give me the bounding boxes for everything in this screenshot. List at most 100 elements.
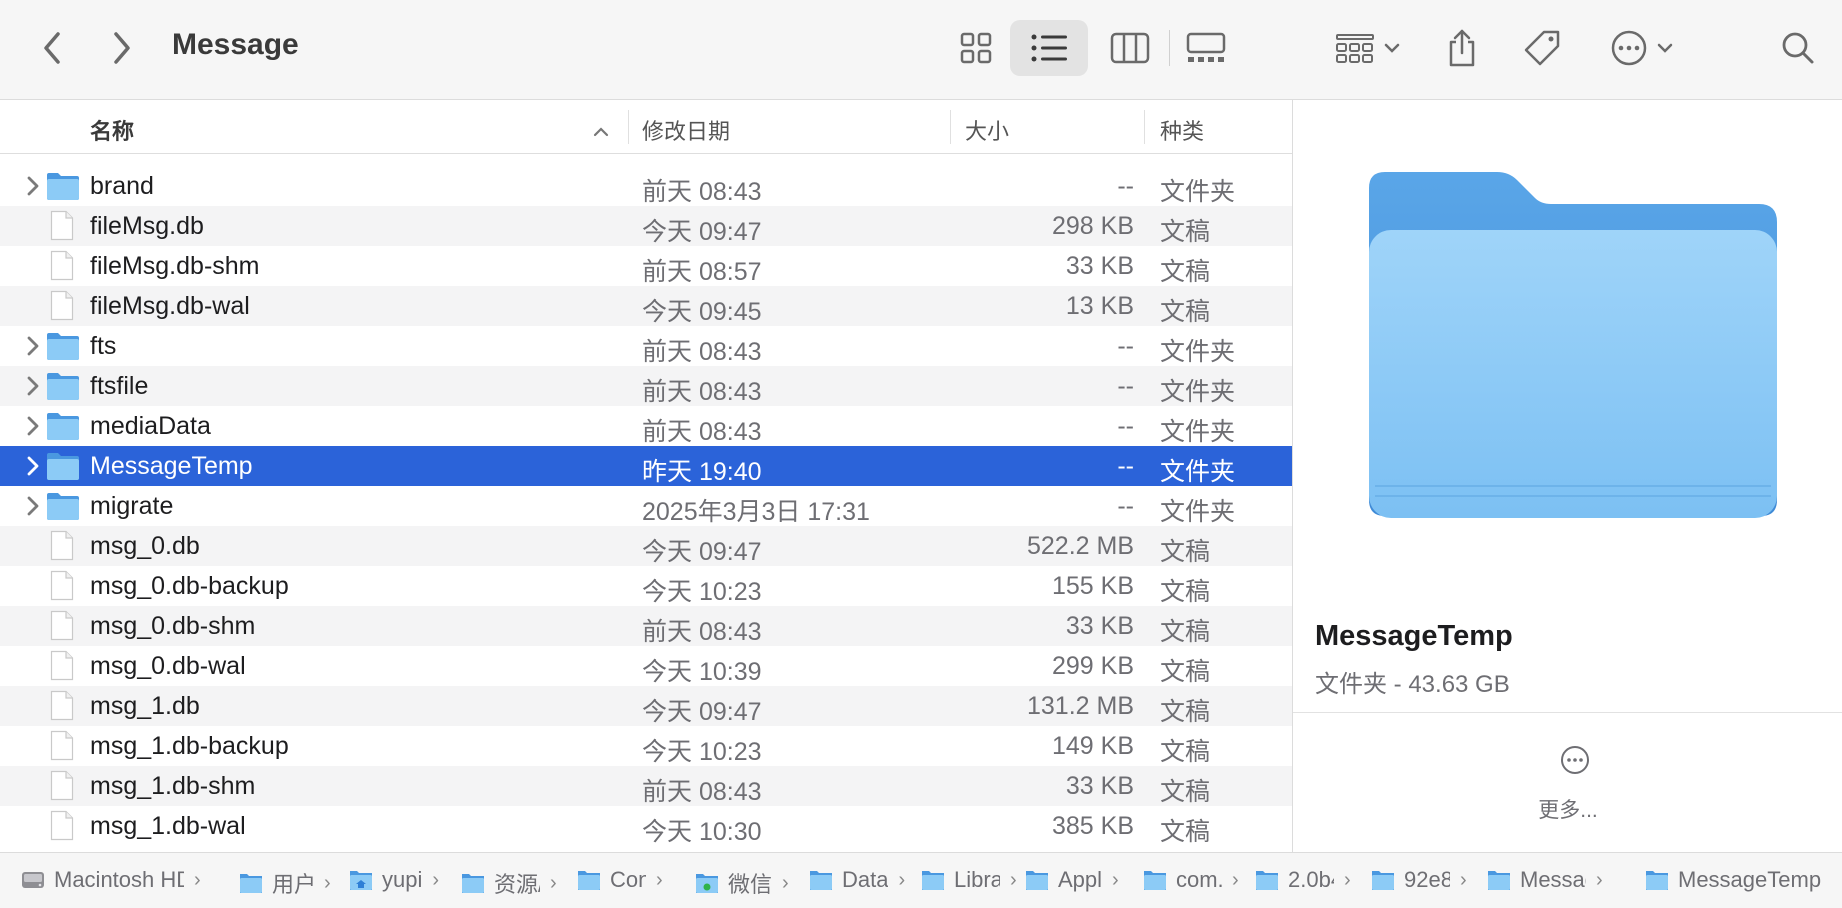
table-row[interactable]: fileMsg.db-wal 今天 09:45 13 KB 文稿	[0, 286, 1292, 326]
tag-icon	[1524, 30, 1560, 66]
forward-button[interactable]	[100, 20, 144, 76]
path-bar: Macintosh HD›用户›yupi›资源/›Cont›微信›Data›Li…	[0, 852, 1842, 908]
table-row[interactable]: fileMsg.db 今天 09:47 298 KB 文稿	[0, 206, 1292, 246]
document-icon	[50, 730, 74, 761]
breadcrumb-label: Cont	[610, 867, 646, 892]
breadcrumb-item[interactable]: com. ›	[1142, 867, 1239, 893]
file-date: 今天 09:47	[642, 218, 762, 246]
table-row[interactable]: fileMsg.db-shm 前天 08:57 33 KB 文稿	[0, 246, 1292, 286]
search-button[interactable]	[1778, 20, 1818, 76]
file-kind: 文稿	[1160, 298, 1211, 326]
file-name: msg_0.db-wal	[90, 652, 246, 680]
disclosure-triangle-icon[interactable]	[22, 174, 44, 198]
gallery-view-button[interactable]	[1180, 20, 1232, 76]
more-actions-button[interactable]	[1602, 20, 1682, 76]
breadcrumb-item[interactable]: Message ›	[1486, 867, 1603, 893]
more-button-label[interactable]: 更多...	[1293, 794, 1842, 824]
file-name: msg_1.db	[90, 692, 200, 720]
disk-icon	[22, 872, 44, 888]
table-row[interactable]: msg_0.db 今天 09:47 522.2 MB 文稿	[0, 526, 1292, 566]
file-date: 前天 08:43	[642, 778, 762, 806]
folder-icon	[1372, 871, 1394, 890]
breadcrumb-label: Macintosh HD	[54, 867, 184, 892]
folder-icon	[1144, 871, 1166, 890]
column-header: 名称 修改日期 大小 种类	[0, 100, 1292, 154]
breadcrumb-item[interactable]: MessageTemp	[1644, 867, 1821, 893]
table-row[interactable]: migrate 2025年3月3日 17:31 -- 文件夹	[0, 486, 1292, 526]
preview-info: 文件夹 - 43.63 GB	[1315, 671, 1510, 698]
column-divider[interactable]	[950, 110, 951, 144]
disclosure-triangle-icon[interactable]	[22, 414, 44, 438]
file-kind: 文稿	[1160, 698, 1211, 726]
file-kind: 文稿	[1160, 618, 1211, 646]
document-icon	[50, 250, 74, 281]
table-row[interactable]: msg_1.db 今天 09:47 131.2 MB 文稿	[0, 686, 1292, 726]
table-row[interactable]: ftsfile 前天 08:43 -- 文件夹	[0, 366, 1292, 406]
folder-icon	[1646, 871, 1668, 890]
table-row[interactable]: msg_1.db-wal 今天 10:30 385 KB 文稿	[0, 806, 1292, 846]
table-row[interactable]: fts 前天 08:43 -- 文件夹	[0, 326, 1292, 366]
folder-icon	[462, 874, 484, 893]
breadcrumb-label: com.	[1176, 867, 1222, 892]
file-date: 前天 08:43	[642, 618, 762, 646]
file-kind: 文件夹	[1160, 178, 1236, 206]
file-size: --	[1117, 172, 1134, 200]
column-divider[interactable]	[628, 110, 629, 144]
folder-icon	[922, 871, 944, 890]
disclosure-triangle-icon[interactable]	[22, 454, 44, 478]
breadcrumb-item[interactable]: 微信 ›	[694, 867, 789, 899]
column-view-button[interactable]	[1104, 20, 1156, 76]
breadcrumb-item[interactable]: Appl ›	[1024, 867, 1119, 893]
table-row[interactable]: msg_0.db-shm 前天 08:43 33 KB 文稿	[0, 606, 1292, 646]
chevron-right-icon: ›	[1232, 868, 1239, 891]
table-row[interactable]: msg_0.db-wal 今天 10:39 299 KB 文稿	[0, 646, 1292, 686]
disclosure-triangle-icon[interactable]	[22, 334, 44, 358]
file-date: 昨天 19:40	[642, 458, 762, 486]
file-kind: 文件夹	[1160, 418, 1236, 446]
breadcrumb-label: yupi	[382, 867, 423, 892]
file-name: msg_0.db	[90, 532, 200, 560]
breadcrumb-item[interactable]: 资源/ ›	[460, 867, 557, 899]
document-icon	[50, 530, 74, 561]
column-date[interactable]: 修改日期	[642, 114, 730, 146]
table-row[interactable]: msg_0.db-backup 今天 10:23 155 KB 文稿	[0, 566, 1292, 606]
breadcrumb-item[interactable]: yupi ›	[348, 867, 439, 893]
file-size: 522.2 MB	[1026, 532, 1134, 560]
column-divider[interactable]	[1144, 110, 1145, 144]
file-rows: brand 前天 08:43 -- 文件夹 fileMsg.db 今天 09:47 298 …	[0, 166, 1292, 846]
disclosure-triangle-icon[interactable]	[22, 494, 44, 518]
table-row[interactable]: msg_1.db-shm 前天 08:43 33 KB 文稿	[0, 766, 1292, 806]
back-button[interactable]	[30, 20, 74, 76]
chevron-right-icon: ›	[1010, 868, 1017, 891]
table-row[interactable]: brand 前天 08:43 -- 文件夹	[0, 166, 1292, 206]
group-button[interactable]	[1330, 20, 1406, 76]
share-button[interactable]	[1442, 20, 1482, 76]
breadcrumb-item[interactable]: Libra ›	[920, 867, 1017, 893]
breadcrumb-item[interactable]: 92e8 ›	[1370, 867, 1467, 893]
file-date: 前天 08:43	[642, 178, 762, 206]
breadcrumb-item[interactable]: Data ›	[808, 867, 905, 893]
file-size: 149 KB	[1051, 732, 1134, 760]
folder-icon	[46, 491, 80, 521]
column-size[interactable]: 大小	[965, 114, 1009, 146]
column-kind[interactable]: 种类	[1160, 114, 1204, 146]
toolbar: Message	[0, 0, 1842, 100]
breadcrumb-item[interactable]: Cont ›	[576, 867, 663, 893]
breadcrumb-item[interactable]: 用户 ›	[238, 867, 331, 899]
icon-view-button[interactable]	[950, 20, 1002, 76]
breadcrumb-item[interactable]: 2.0b4 ›	[1254, 867, 1351, 893]
disclosure-triangle-icon[interactable]	[22, 374, 44, 398]
file-kind: 文稿	[1160, 218, 1211, 246]
list-view-button[interactable]	[1010, 20, 1088, 76]
table-row[interactable]: msg_1.db-backup 今天 10:23 149 KB 文稿	[0, 726, 1292, 766]
more-icon[interactable]	[1559, 744, 1591, 776]
breadcrumb-item[interactable]: Macintosh HD ›	[20, 867, 201, 893]
tag-button[interactable]	[1518, 20, 1566, 76]
file-name: msg_1.db-wal	[90, 812, 246, 840]
table-row[interactable]: mediaData 前天 08:43 -- 文件夹	[0, 406, 1292, 446]
file-kind: 文件夹	[1160, 498, 1236, 526]
column-name[interactable]: 名称	[90, 114, 134, 146]
chevron-down-icon	[1657, 43, 1673, 53]
list-view-icon	[1031, 34, 1067, 62]
table-row[interactable]: MessageTemp 昨天 19:40 -- 文件夹	[0, 446, 1292, 486]
